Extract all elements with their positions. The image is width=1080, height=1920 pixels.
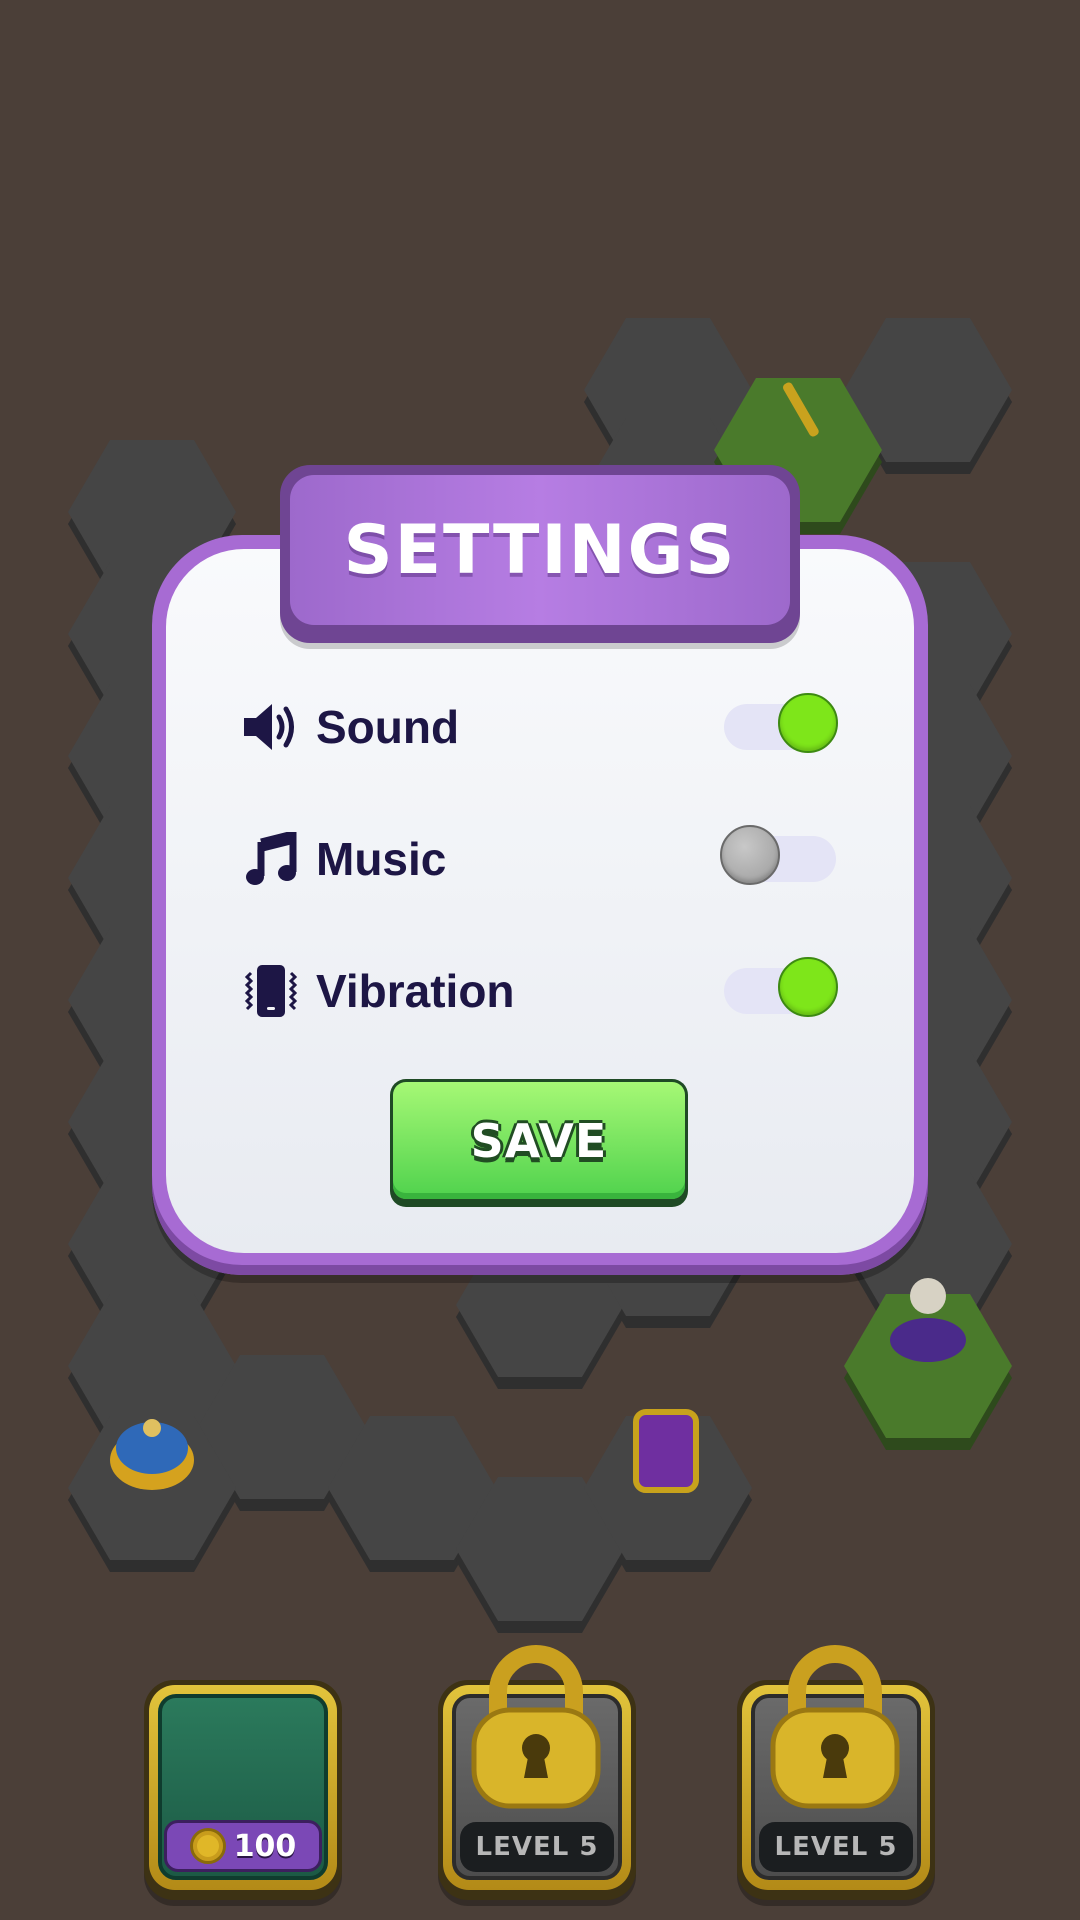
music-toggle[interactable] [720,825,836,885]
music-label: Music [316,833,447,885]
padlock-icon [770,1645,900,1809]
toggle-knob [778,957,838,1017]
setting-row-music: Music [240,814,840,904]
toggle-knob [778,693,838,753]
toggle-knob [720,825,780,885]
price-badge: 100 [164,1820,322,1872]
locked-slot[interactable]: LEVEL 5 [438,1645,636,1900]
setting-row-sound: Sound [240,682,840,772]
level-requirement-badge: LEVEL 5 [759,1822,913,1872]
save-button[interactable]: SAVE [390,1079,688,1207]
treasure-chest [633,1409,699,1493]
settings-title-plate: SETTINGS [280,465,800,643]
purchase-slot[interactable]: 100 [144,1680,342,1900]
coin-icon [189,1828,226,1864]
level-requirement-label: LEVEL 5 [475,1832,599,1862]
vibration-toggle[interactable] [724,957,838,1017]
locked-slot[interactable]: LEVEL 5 [737,1645,935,1900]
level-requirement-label: LEVEL 5 [774,1832,898,1862]
sound-toggle[interactable] [724,693,838,753]
padlock-icon [471,1645,601,1809]
level-requirement-badge: LEVEL 5 [460,1822,614,1872]
sound-label: Sound [316,701,460,753]
save-button-label: SAVE [470,1113,608,1168]
phone-vibrate-icon [240,960,302,1022]
vibration-label: Vibration [316,965,515,1017]
speaker-icon [240,696,302,758]
music-note-icon [240,828,302,890]
setting-row-vibration: Vibration [240,946,840,1036]
price-value: 100 [233,1828,297,1864]
settings-title: SETTINGS [343,510,737,590]
